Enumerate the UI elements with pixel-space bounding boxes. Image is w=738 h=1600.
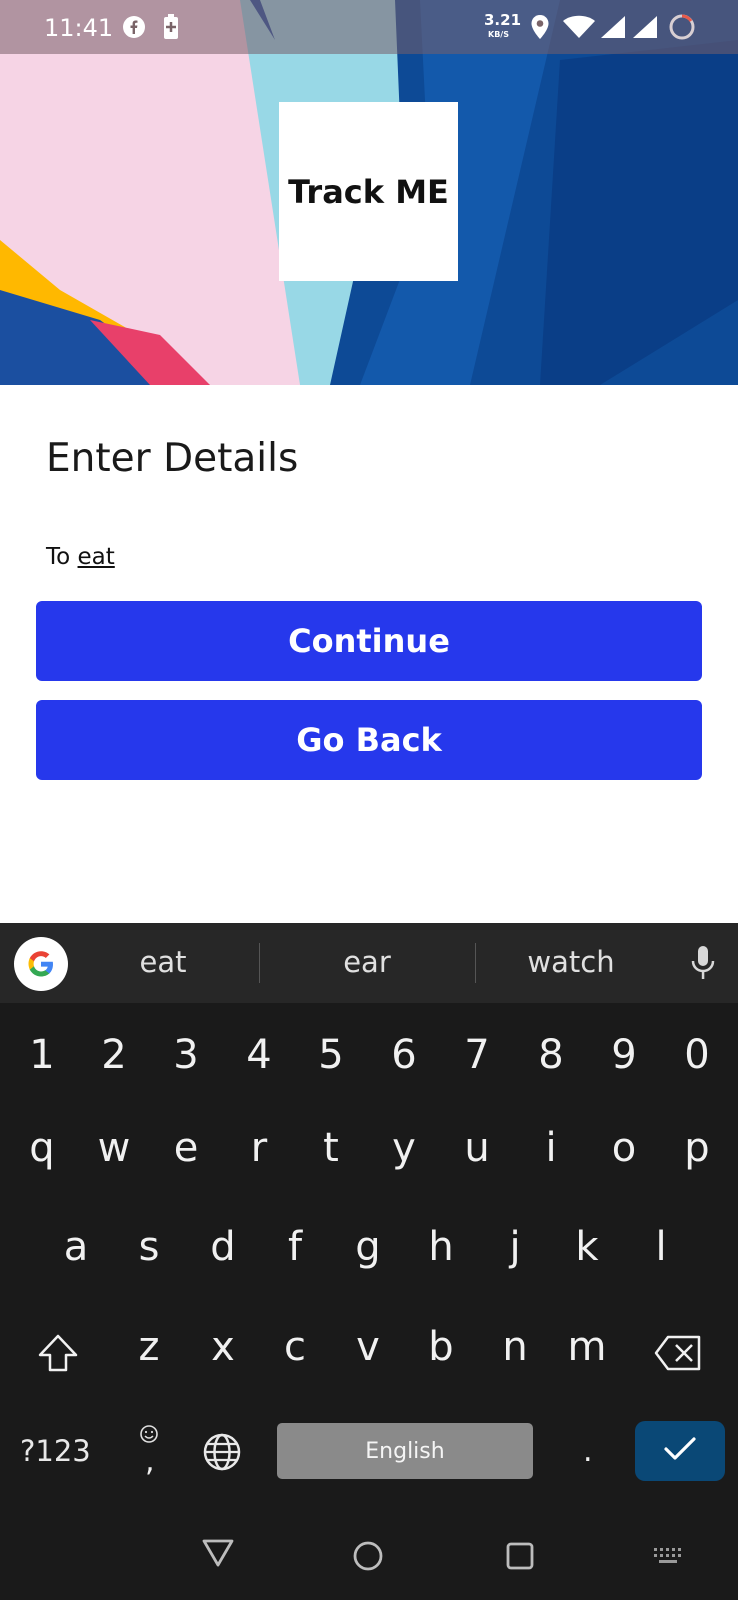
- suggestion-item[interactable]: ear: [287, 945, 447, 979]
- key-3[interactable]: 3: [156, 1032, 216, 1078]
- net-speed-unit: KB/S: [488, 30, 509, 39]
- suggestion-divider: [475, 943, 476, 983]
- symbols-key[interactable]: ?123: [20, 1434, 91, 1468]
- location-icon: [530, 14, 550, 45]
- key-q[interactable]: q: [12, 1125, 72, 1171]
- suggestion-item[interactable]: watch: [491, 945, 651, 979]
- app-logo: Track ME: [279, 102, 458, 281]
- key-i[interactable]: i: [521, 1125, 581, 1171]
- enter-key[interactable]: [635, 1421, 725, 1481]
- key-p[interactable]: p: [667, 1125, 727, 1171]
- key-v[interactable]: v: [338, 1324, 398, 1370]
- app-logo-text: Track ME: [288, 172, 449, 211]
- home-nav-icon[interactable]: [352, 1540, 384, 1577]
- globe-icon[interactable]: [202, 1432, 242, 1477]
- suggestion-bar: eat ear watch: [0, 923, 738, 1003]
- key-y[interactable]: y: [374, 1125, 434, 1171]
- wifi-icon: [562, 15, 596, 44]
- key-h[interactable]: h: [411, 1224, 471, 1270]
- comma-key[interactable]: ,: [145, 1444, 155, 1479]
- signal-icon: [600, 15, 626, 44]
- key-2[interactable]: 2: [84, 1032, 144, 1078]
- page-title: Enter Details: [46, 436, 299, 481]
- status-time: 11:41: [44, 14, 114, 42]
- recents-nav-icon[interactable]: [505, 1541, 535, 1576]
- key-t[interactable]: t: [301, 1125, 361, 1171]
- key-n[interactable]: n: [485, 1324, 545, 1370]
- loading-icon: [668, 13, 696, 46]
- key-w[interactable]: w: [84, 1125, 144, 1171]
- back-nav-icon[interactable]: [201, 1538, 235, 1573]
- key-k[interactable]: k: [557, 1224, 617, 1270]
- key-m[interactable]: m: [557, 1324, 617, 1370]
- key-9[interactable]: 9: [594, 1032, 654, 1078]
- google-icon[interactable]: [14, 937, 68, 996]
- key-6[interactable]: 6: [374, 1032, 434, 1078]
- key-c[interactable]: c: [265, 1324, 325, 1370]
- key-8[interactable]: 8: [521, 1032, 581, 1078]
- go-back-button[interactable]: Go Back: [36, 700, 702, 780]
- backspace-icon[interactable]: [654, 1335, 702, 1376]
- battery-saver-icon: [163, 14, 179, 45]
- key-a[interactable]: a: [46, 1224, 106, 1270]
- destination-field[interactable]: To eat: [46, 544, 115, 570]
- key-f[interactable]: f: [265, 1224, 325, 1270]
- period-key[interactable]: .: [583, 1434, 593, 1469]
- facebook-icon: [122, 15, 146, 44]
- status-bar: 11:41 3.21 KB/S: [0, 0, 738, 54]
- suggestion-item[interactable]: eat: [83, 945, 243, 979]
- key-1[interactable]: 1: [12, 1032, 72, 1078]
- keyboard-toggle-icon[interactable]: [653, 1547, 685, 1572]
- key-z[interactable]: z: [119, 1324, 179, 1370]
- key-0[interactable]: 0: [667, 1032, 727, 1078]
- key-5[interactable]: 5: [301, 1032, 361, 1078]
- field-prefix: To: [46, 544, 71, 570]
- key-e[interactable]: e: [156, 1125, 216, 1171]
- space-key[interactable]: English: [277, 1423, 533, 1479]
- key-j[interactable]: j: [485, 1224, 545, 1270]
- field-value[interactable]: eat: [78, 544, 115, 570]
- shift-icon[interactable]: [36, 1333, 80, 1378]
- key-4[interactable]: 4: [229, 1032, 289, 1078]
- key-s[interactable]: s: [119, 1224, 179, 1270]
- key-7[interactable]: 7: [447, 1032, 507, 1078]
- check-icon: [663, 1436, 697, 1467]
- key-o[interactable]: o: [594, 1125, 654, 1171]
- key-l[interactable]: l: [631, 1224, 691, 1270]
- key-b[interactable]: b: [411, 1324, 471, 1370]
- continue-button[interactable]: Continue: [36, 601, 702, 681]
- key-d[interactable]: d: [193, 1224, 253, 1270]
- signal-icon: [632, 15, 658, 44]
- net-speed-value: 3.21: [484, 11, 522, 29]
- suggestion-divider: [259, 943, 260, 983]
- key-x[interactable]: x: [193, 1324, 253, 1370]
- mic-icon[interactable]: [690, 945, 716, 986]
- key-r[interactable]: r: [229, 1125, 289, 1171]
- key-u[interactable]: u: [447, 1125, 507, 1171]
- key-g[interactable]: g: [338, 1224, 398, 1270]
